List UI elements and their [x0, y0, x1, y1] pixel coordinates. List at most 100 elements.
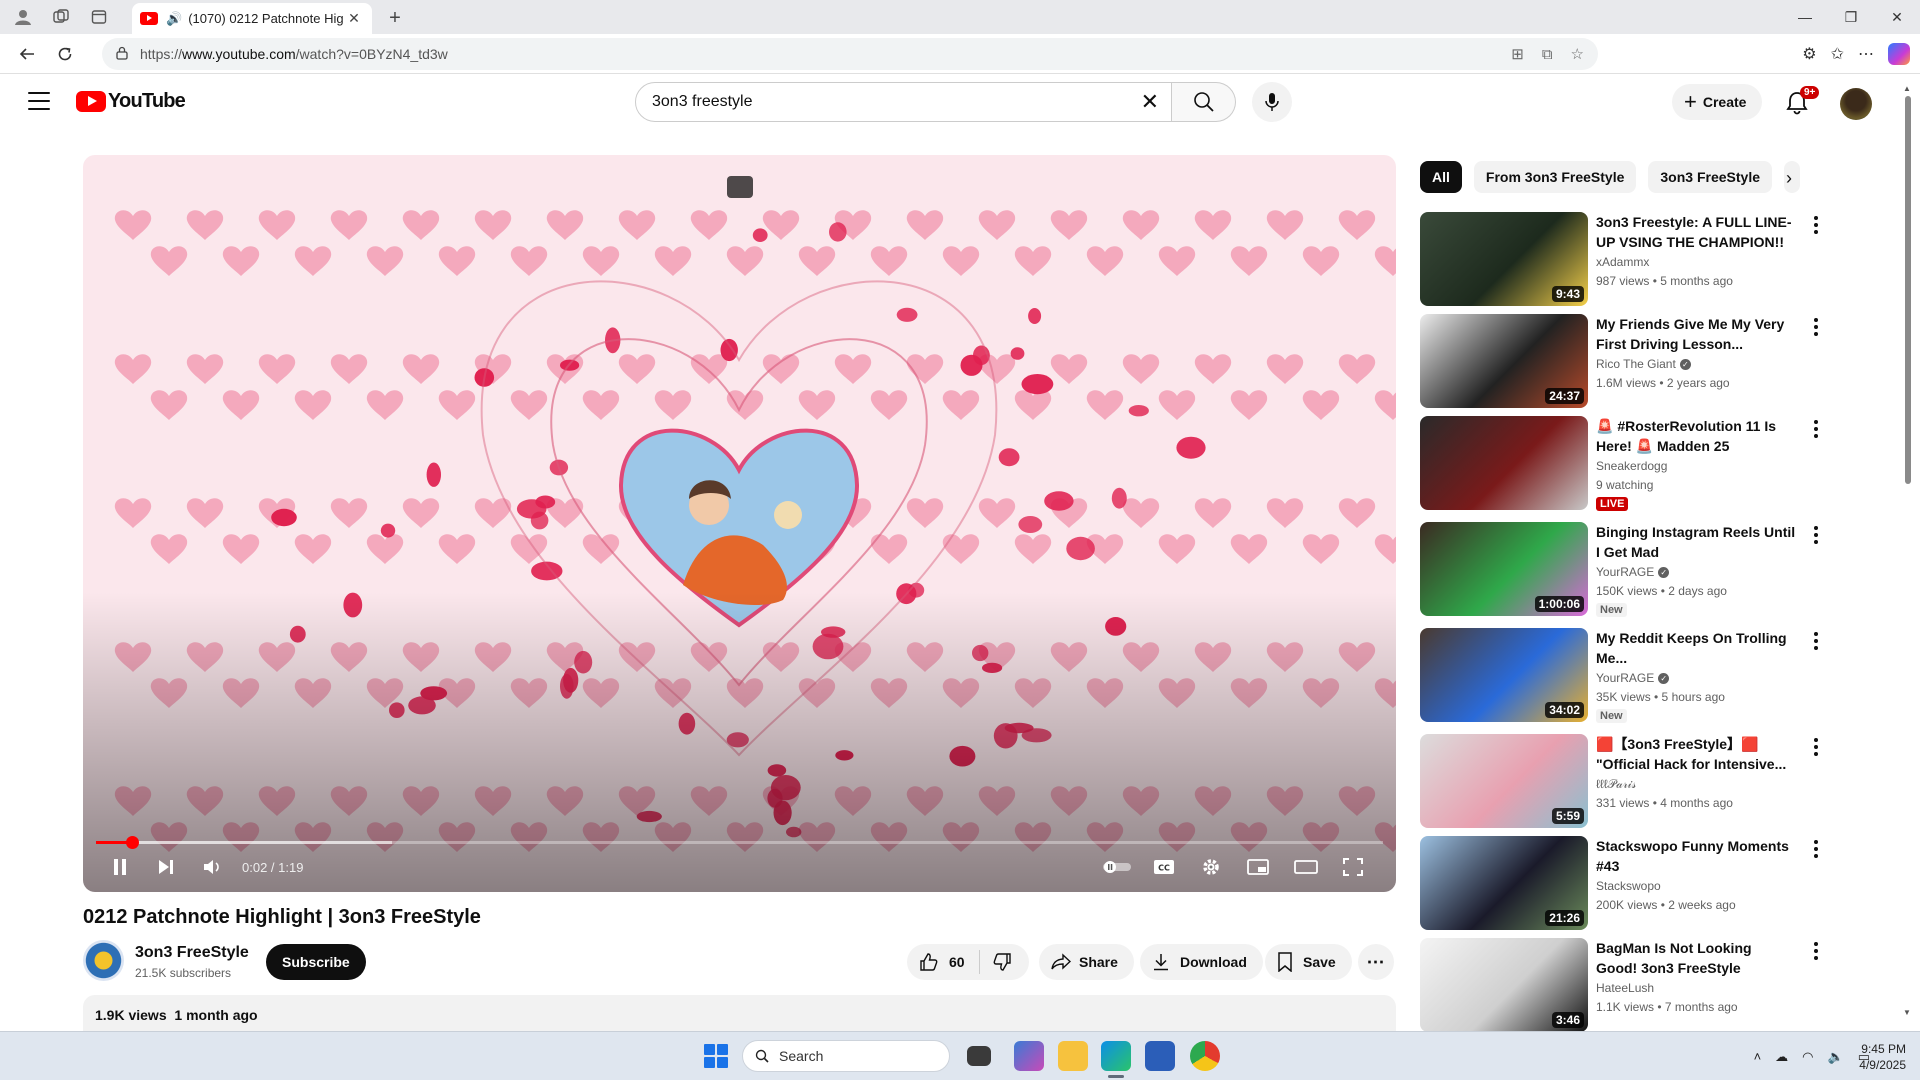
recommendation-item[interactable]: 1:00:06 Binging Instagram Reels Until I G… — [1420, 522, 1900, 617]
fullscreen-button[interactable] — [1336, 850, 1370, 884]
recommendation-channel[interactable]: HateeLush — [1596, 981, 1654, 995]
subscribe-button[interactable]: Subscribe — [266, 944, 366, 980]
close-window-button[interactable]: ✕ — [1874, 0, 1920, 34]
progress-bar[interactable] — [96, 836, 1383, 849]
recommendation-title[interactable]: 3on3 Freestyle: A FULL LINE-UP VSING THE… — [1596, 212, 1796, 252]
search-input[interactable] — [652, 93, 1112, 111]
chip-all[interactable]: All — [1420, 161, 1462, 193]
next-button[interactable] — [149, 850, 183, 884]
settings-button[interactable] — [1194, 850, 1228, 884]
wifi-icon[interactable]: ◠ — [1802, 1049, 1813, 1065]
captions-button[interactable]: CC — [1147, 850, 1181, 884]
read-aloud-icon[interactable]: ⧉ — [1542, 46, 1553, 63]
voice-search-button[interactable] — [1252, 82, 1292, 122]
new-tab-button[interactable]: + — [382, 5, 408, 31]
profile-icon[interactable] — [8, 2, 38, 32]
create-button[interactable]: + Create — [1672, 84, 1763, 120]
theater-mode-button[interactable] — [1289, 850, 1323, 884]
chevron-right-icon[interactable]: › — [1786, 168, 1792, 189]
vertical-tabs-icon[interactable] — [84, 2, 114, 32]
recommendation-item[interactable]: 24:37 My Friends Give Me My Very First Dr… — [1420, 314, 1900, 408]
windows-start-icon[interactable] — [704, 1044, 728, 1068]
recommendation-item[interactable]: 🚨 #RosterRevolution 11 Is Here! 🚨 Madden… — [1420, 416, 1900, 511]
recommendation-channel[interactable]: YourRAGE ✓ — [1596, 565, 1670, 579]
scroll-thumb[interactable] — [1905, 96, 1911, 484]
back-button[interactable] — [10, 37, 44, 71]
hamburger-menu-icon[interactable] — [28, 92, 50, 110]
restore-button[interactable]: ❐ — [1828, 0, 1874, 34]
workspaces-icon[interactable] — [46, 2, 76, 32]
clear-search-icon[interactable]: ✕ — [1141, 91, 1159, 113]
video-player[interactable]: 0:02 / 1:19 CC — [83, 155, 1396, 892]
more-vertical-icon[interactable] — [1806, 526, 1826, 544]
recommendation-title[interactable]: Binging Instagram Reels Until I Get Mad — [1596, 522, 1796, 562]
chrome-icon[interactable] — [1190, 1041, 1220, 1071]
pause-button[interactable] — [103, 850, 137, 884]
recommendation-channel[interactable]: xAdammx — [1596, 255, 1649, 269]
active-tab[interactable]: 🔊 (1070) 0212 Patchnote Highl ✕ — [132, 3, 372, 34]
recommendation-channel[interactable]: Stackswopo — [1596, 879, 1661, 893]
more-vertical-icon[interactable] — [1806, 318, 1826, 336]
youtube-logo[interactable]: YouTube — [76, 90, 186, 113]
more-vertical-icon[interactable] — [1806, 840, 1826, 858]
chip-3on3-freestyle[interactable]: 3on3 FreeStyle — [1648, 161, 1772, 193]
recommendation-channel[interactable]: ℓℓℓ𝒫𝒶𝓇𝒾𝓈 — [1596, 777, 1636, 792]
recommendation-title[interactable]: My Reddit Keeps On Trolling Me... — [1596, 628, 1796, 668]
miniplayer-button[interactable] — [1241, 850, 1275, 884]
recommendation-thumbnail[interactable]: 1:00:06 — [1420, 522, 1588, 616]
search-button[interactable] — [1172, 82, 1236, 122]
recommendation-item[interactable]: 34:02 My Reddit Keeps On Trolling Me... Yo… — [1420, 628, 1900, 723]
scroll-up-arrow-icon[interactable]: ▲ — [1903, 84, 1911, 93]
recommendation-channel[interactable]: YourRAGE ✓ — [1596, 671, 1670, 685]
cloud-sync-icon[interactable]: ☁ — [1775, 1049, 1788, 1065]
task-view-icon[interactable] — [967, 1046, 991, 1066]
miniplayer-collapse-icon[interactable] — [727, 176, 753, 198]
more-vertical-icon[interactable] — [1806, 216, 1826, 234]
channel-name[interactable]: 3on3 FreeStyle — [135, 944, 249, 962]
file-explorer-icon[interactable] — [1058, 1041, 1088, 1071]
close-tab-icon[interactable]: ✕ — [344, 10, 364, 27]
save-button[interactable]: Save — [1265, 944, 1352, 980]
like-button[interactable]: 60 — [907, 944, 979, 980]
recommendation-thumbnail[interactable]: 5:59 — [1420, 734, 1588, 828]
chip-from-channel[interactable]: From 3on3 FreeStyle — [1473, 161, 1637, 193]
autoplay-toggle[interactable] — [1100, 850, 1134, 884]
recommendation-title[interactable]: BagMan Is Not Looking Good! 3on3 FreeSty… — [1596, 938, 1796, 978]
favorites-icon[interactable]: ✩ — [1831, 44, 1844, 64]
channel-avatar[interactable] — [83, 940, 124, 981]
site-info-icon[interactable] — [116, 46, 128, 63]
dislike-button[interactable] — [980, 944, 1024, 980]
recommendation-item[interactable]: 5:59 🟥【3on3 FreeStyle】🟥 "Official Hack fo… — [1420, 734, 1900, 828]
taskbar-clock[interactable]: 9:45 PM 4/9/2025 — [1859, 1041, 1906, 1073]
scroll-down-arrow-icon[interactable]: ▼ — [1903, 1008, 1911, 1017]
mute-button[interactable] — [196, 850, 230, 884]
extensions-icon[interactable]: ⚙ — [1802, 44, 1816, 64]
copilot-icon[interactable] — [1888, 43, 1910, 65]
recommendation-thumbnail[interactable]: 21:26 — [1420, 836, 1588, 930]
recommendation-item[interactable]: 9:43 3on3 Freestyle: A FULL LINE-UP VSING… — [1420, 212, 1900, 306]
recommendation-channel[interactable]: Sneakerdogg — [1596, 459, 1667, 473]
more-actions-button[interactable]: ⋯ — [1358, 944, 1394, 980]
more-vertical-icon[interactable] — [1806, 738, 1826, 756]
speaker-icon[interactable]: 🔈 — [1828, 1049, 1844, 1065]
favorite-star-icon[interactable]: ☆ — [1571, 45, 1584, 63]
recommendation-thumbnail[interactable]: 24:37 — [1420, 314, 1588, 408]
recommendation-thumbnail[interactable]: 9:43 — [1420, 212, 1588, 306]
recommendation-thumbnail[interactable]: 34:02 — [1420, 628, 1588, 722]
recommendation-thumbnail[interactable]: 3:46 — [1420, 938, 1588, 1032]
audio-playing-icon[interactable]: 🔊 — [166, 11, 182, 27]
account-avatar[interactable] — [1840, 88, 1872, 120]
edge-browser-icon[interactable] — [1101, 1041, 1131, 1071]
more-vertical-icon[interactable] — [1806, 632, 1826, 650]
app-install-icon[interactable]: ⊞ — [1511, 45, 1524, 63]
download-button[interactable]: Download — [1140, 944, 1263, 980]
recommendation-title[interactable]: Stackswopo Funny Moments #43 — [1596, 836, 1796, 876]
scrubber-handle[interactable] — [126, 836, 140, 849]
more-vertical-icon[interactable] — [1806, 420, 1826, 438]
recommendation-item[interactable]: 21:26 Stackswopo Funny Moments #43 Stacksw… — [1420, 836, 1900, 930]
recommendation-item[interactable]: 3:46 BagMan Is Not Looking Good! 3on3 Fre… — [1420, 938, 1900, 1032]
recommendation-thumbnail[interactable] — [1420, 416, 1588, 510]
m365-icon[interactable] — [1014, 1041, 1044, 1071]
recommendation-title[interactable]: 🟥【3on3 FreeStyle】🟥 "Official Hack for In… — [1596, 734, 1796, 774]
share-button[interactable]: Share — [1039, 944, 1134, 980]
